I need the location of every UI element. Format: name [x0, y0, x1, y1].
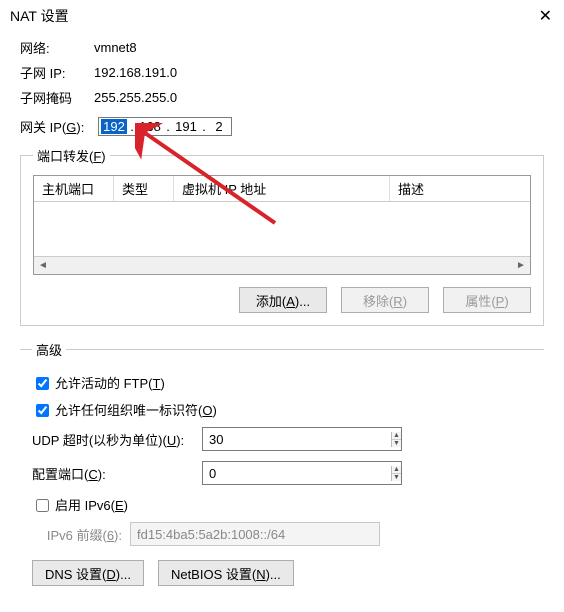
network-value: vmnet8	[94, 40, 137, 55]
config-port-stepper[interactable]: ▲ ▼	[202, 461, 402, 485]
network-label: 网络:	[20, 38, 90, 57]
ipv6-prefix-input	[130, 522, 380, 546]
gateway-oct3[interactable]: 191	[173, 119, 199, 134]
subnet-mask-label: 子网掩码	[20, 88, 90, 107]
udp-timeout-stepper[interactable]: ▲ ▼	[202, 427, 402, 451]
window-title: NAT 设置	[10, 6, 69, 26]
config-port-label: 配置端口(C):	[32, 464, 114, 483]
properties-button: 属性(P)	[443, 287, 531, 313]
config-port-input[interactable]	[203, 466, 391, 481]
advanced-group: 高级 允许活动的 FTP(T) 允许任何组织唯一标识符(O) UDP 超时(以秒…	[20, 340, 544, 586]
scroll-right-icon[interactable]: ►	[512, 260, 530, 271]
allow-any-oui-checkbox[interactable]	[36, 404, 49, 417]
gateway-ip-input[interactable]: 192.168.191.2	[98, 117, 232, 136]
close-icon[interactable]: ✕	[522, 6, 552, 26]
port-forwarding-group: 端口转发(F) 主机端口 类型 虚拟机 IP 地址 描述 ◄ ► 添加(A)..…	[20, 146, 544, 326]
col-description[interactable]: 描述	[390, 176, 530, 201]
enable-ipv6-label[interactable]: 启用 IPv6(E)	[55, 495, 128, 514]
gateway-oct1[interactable]: 192	[101, 119, 127, 134]
gateway-oct2[interactable]: 168	[137, 119, 163, 134]
horizontal-scrollbar[interactable]: ◄ ►	[34, 256, 530, 274]
subnet-ip-value: 192.168.191.0	[94, 65, 177, 80]
subnet-ip-label: 子网 IP:	[20, 63, 90, 82]
advanced-legend: 高级	[32, 340, 66, 359]
ipv6-prefix-label: IPv6 前缀(6):	[32, 525, 122, 544]
config-port-up-icon[interactable]: ▲	[392, 466, 401, 474]
dns-settings-button[interactable]: DNS 设置(D)...	[32, 560, 144, 586]
gateway-oct4[interactable]: 2	[209, 119, 229, 134]
udp-timeout-down-icon[interactable]: ▼	[392, 440, 401, 447]
enable-ipv6-checkbox[interactable]	[36, 499, 49, 512]
port-forwarding-legend: 端口转发(F)	[33, 146, 110, 165]
allow-active-ftp-label[interactable]: 允许活动的 FTP(T)	[55, 373, 165, 392]
col-host-port[interactable]: 主机端口	[34, 176, 114, 201]
netbios-settings-button[interactable]: NetBIOS 设置(N)...	[158, 560, 294, 586]
port-forwarding-table[interactable]: 主机端口 类型 虚拟机 IP 地址 描述 ◄ ►	[33, 175, 531, 275]
col-type[interactable]: 类型	[114, 176, 174, 201]
allow-any-oui-label[interactable]: 允许任何组织唯一标识符(O)	[55, 400, 217, 419]
subnet-mask-value: 255.255.255.0	[94, 90, 177, 105]
config-port-down-icon[interactable]: ▼	[392, 474, 401, 481]
remove-button: 移除(R)	[341, 287, 429, 313]
udp-timeout-label: UDP 超时(以秒为单位)(U):	[32, 430, 202, 449]
udp-timeout-input[interactable]	[203, 432, 391, 447]
allow-active-ftp-checkbox[interactable]	[36, 377, 49, 390]
udp-timeout-up-icon[interactable]: ▲	[392, 432, 401, 440]
table-body[interactable]	[34, 202, 530, 256]
add-button[interactable]: 添加(A)...	[239, 287, 327, 313]
scroll-track[interactable]	[52, 257, 512, 274]
scroll-left-icon[interactable]: ◄	[34, 260, 52, 271]
col-vm-ip[interactable]: 虚拟机 IP 地址	[174, 176, 390, 201]
gateway-label: 网关 IP(G):	[20, 117, 98, 136]
